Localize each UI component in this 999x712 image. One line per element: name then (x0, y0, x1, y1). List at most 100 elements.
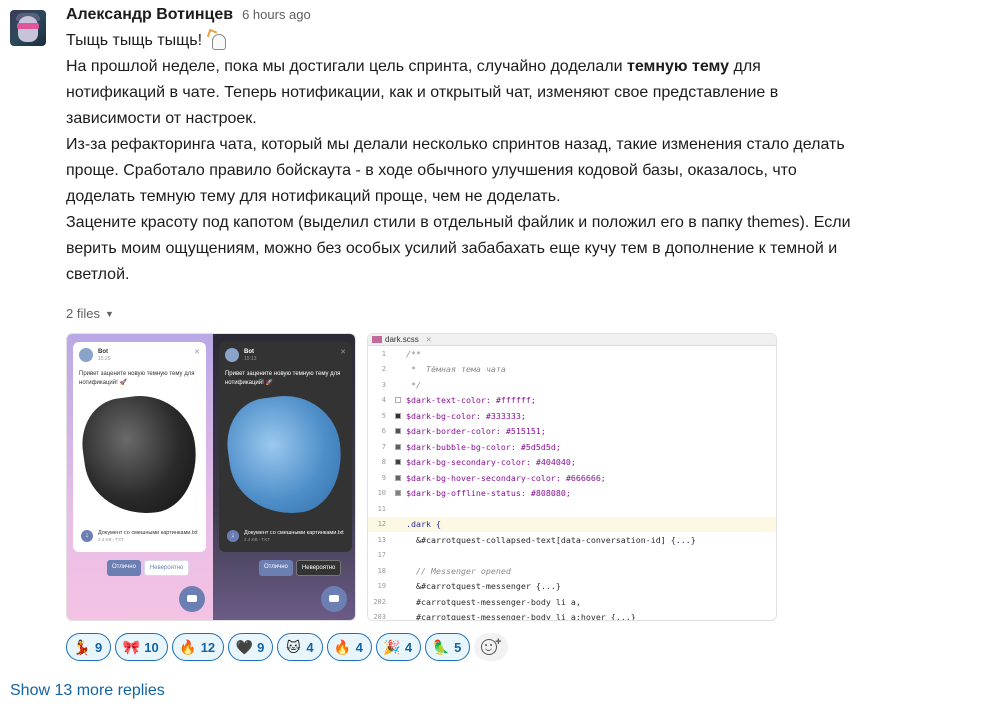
black-heart-emoji-icon: 🖤 (235, 639, 253, 655)
line-number: 10 (377, 489, 386, 498)
reaction-pill[interactable]: 🔥 12 (171, 633, 225, 661)
notification-text: Привет зацените новую темную тему для но… (79, 371, 195, 386)
gutter (390, 412, 406, 419)
code-line: 2 * Тёмная тема чата (368, 362, 776, 378)
line-number: 2 (381, 365, 386, 374)
document-row: ↓ Документ со смешными картинками.txt 2.… (81, 530, 198, 542)
code-line: 19 &#carrotquest-messenger {...} (368, 579, 776, 595)
code-text: */ (406, 379, 421, 390)
reply-buttons: Отлично Невероятно (107, 560, 190, 576)
reaction-pill[interactable]: 💃 9 (66, 633, 112, 661)
editor-tab-name: dark.scss (385, 335, 419, 344)
cat-photo-emoji-icon: 🐱 (286, 639, 301, 655)
reply-primary-button: Отлично (107, 560, 141, 576)
code-line: 10 $dark-bg-offline-status: #808080; (368, 486, 776, 502)
message-line-10: светлой. (66, 266, 130, 283)
download-icon: ↓ (226, 530, 239, 542)
code-line: 5 $dark-bg-color: #333333; (368, 408, 776, 424)
reaction-pill[interactable]: 🔥 4 (326, 633, 372, 661)
reaction-pill[interactable]: 🎀 10 (115, 633, 168, 661)
attachment-notification-preview[interactable]: Bot 15:29 ✕ Привет зацените новую темную… (66, 333, 356, 621)
text-segment: для (729, 58, 761, 75)
author-name[interactable]: Александр Вотинцев (66, 6, 233, 24)
line-number: 4 (381, 396, 386, 405)
reaction-pill[interactable]: 🦜 5 (425, 633, 471, 661)
attachment-code-screenshot[interactable]: dark.scss ✕ 1/** 2 * Тёмная тема чата 3 */… (367, 333, 777, 621)
reaction-count: 4 (306, 639, 314, 655)
notification-text: Привет зацените новую темную тему для но… (224, 371, 341, 386)
color-swatch-icon (395, 428, 401, 435)
code-text: $dark-bubble-bg-color: #5d5d5d; (406, 441, 561, 452)
code-line: 1 /** (368, 346, 776, 362)
chat-bubble-icon (321, 586, 347, 612)
gutter (390, 490, 406, 497)
party-popper-emoji-icon: 🎉 (383, 639, 401, 655)
dark-theme-panel: Bot 15:13 ✕ Привет зацените новую темную… (212, 334, 355, 620)
text-segment: На прошлой неделе, пока мы достигали цел… (66, 58, 627, 75)
fire-emoji-icon: 🔥 (333, 639, 352, 655)
line-number: 3 (381, 380, 386, 389)
reply-primary-button: Отлично (258, 560, 293, 576)
code-line: 13 &#carrotquest-collapsed-text[data-con… (368, 532, 776, 548)
caret-down-icon: ▼ (104, 308, 114, 319)
line-number: 7 (381, 442, 386, 451)
code-text: $dark-bg-offline-status: #808080; (406, 488, 571, 499)
reaction-pill[interactable]: 🖤 9 (228, 633, 274, 661)
line-number: 11 (377, 504, 386, 513)
reaction-pill[interactable]: 🐱 4 (277, 633, 323, 661)
notification-card-light: Bot 15:29 ✕ Привет зацените новую темную… (73, 342, 206, 552)
black-ink-image (75, 388, 204, 522)
message: Александр Вотинцев 6 hours ago Тыщь тыщь… (66, 6, 991, 288)
code-text: $dark-bg-color: #333333; (406, 410, 526, 421)
reaction-count: 10 (144, 639, 159, 655)
color-swatch-icon (395, 412, 401, 419)
message-line-4: зависимости от настроек. (66, 110, 257, 127)
color-swatch-icon (395, 443, 401, 450)
line-number: 8 (381, 458, 386, 467)
close-icon: ✕ (194, 349, 200, 356)
code-line: 203 #carrotquest-messenger-body li a:hov… (368, 610, 776, 620)
code-text: /** (406, 348, 421, 359)
bot-avatar-icon (79, 348, 93, 362)
show-more-replies-link[interactable]: Show 13 more replies (10, 682, 165, 700)
scss-file-icon (372, 336, 382, 343)
code-text: $dark-bg-secondary-color: #404040; (406, 457, 576, 468)
gutter (390, 474, 406, 481)
bold-text: темную тему (626, 58, 730, 75)
greeting-text: Тыщь тыщь тыщь! (66, 32, 203, 49)
message-timestamp[interactable]: 6 hours ago (242, 7, 311, 22)
line-number: 19 (377, 582, 386, 591)
bot-time: 15:13 (243, 355, 257, 362)
line-number: 17 (377, 551, 386, 560)
author-avatar[interactable] (10, 10, 46, 46)
message-line-8: Зацените красоту под капотом (выделил ст… (66, 214, 851, 231)
message-line-6: проще. Сработало правило бойскаута - в х… (66, 162, 797, 179)
reaction-pill[interactable]: 🎉 4 (375, 633, 422, 661)
reaction-count: 12 (200, 639, 216, 655)
code-line: 4 $dark-text-color: #ffffff; (368, 393, 776, 409)
dancer-emoji-icon: 💃 (73, 639, 91, 655)
color-swatch-icon (395, 490, 401, 497)
document-row: ↓ Документ со смешными картинками.txt 2.… (226, 530, 344, 542)
close-tab-icon: ✕ (425, 336, 432, 344)
files-toggle[interactable]: 2 files ▼ (66, 306, 114, 321)
message-header: Александр Вотинцев 6 hours ago (66, 6, 991, 28)
add-reaction-button[interactable]: + (474, 633, 509, 661)
message-line-1: Тыщь тыщь тыщь! (66, 28, 991, 54)
gutter (390, 443, 406, 450)
bot-avatar-icon (224, 348, 239, 362)
avatar-face (18, 16, 38, 42)
avatar-glasses (17, 23, 39, 29)
line-number: 5 (381, 411, 386, 420)
message-line-2: На прошлой неделе, пока мы достигали цел… (66, 54, 991, 80)
chat-bubble-icon (178, 586, 205, 612)
code-text: $dark-bg-hover-secondary-color: #666666; (406, 472, 606, 483)
code-area: 1/** 2 * Тёмная тема чата 3 */4 $dark-text-… (368, 346, 776, 620)
code-text: * Тёмная тема чата (406, 364, 506, 375)
line-number: 13 (377, 535, 386, 544)
code-line: 17 (368, 548, 776, 564)
bot-name: Bot (243, 348, 254, 355)
smiley-icon (481, 639, 498, 655)
reaction-count: 9 (95, 639, 103, 655)
light-theme-panel: Bot 15:29 ✕ Привет зацените новую темную… (67, 334, 213, 620)
